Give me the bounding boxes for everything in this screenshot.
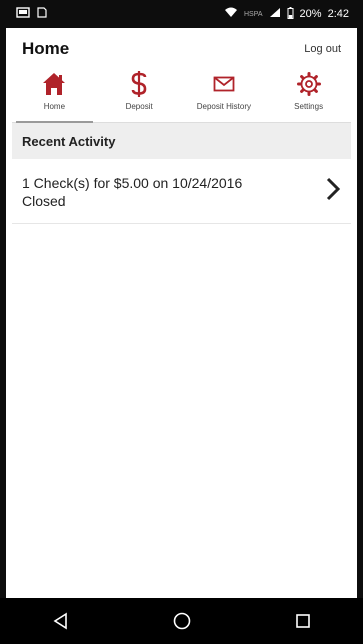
no-sim-icon — [36, 7, 48, 21]
tab-home[interactable]: Home — [12, 70, 97, 123]
tab-deposit-history-label: Deposit History — [196, 102, 251, 111]
activity-description: 1 Check(s) for $5.00 on 10/24/2016 — [22, 174, 243, 191]
system-navigation-bar — [0, 598, 363, 644]
tab-settings-label: Settings — [294, 102, 324, 111]
gear-icon — [296, 70, 321, 98]
image-icon — [16, 7, 30, 21]
chevron-right-icon — [325, 176, 341, 208]
home-icon — [41, 70, 67, 98]
back-button[interactable] — [41, 601, 81, 641]
tab-deposit[interactable]: Deposit — [97, 70, 182, 122]
network-type-label: HSPA — [244, 10, 263, 18]
recent-activity-header: Recent Activity — [12, 123, 351, 159]
tab-deposit-label: Deposit — [125, 102, 153, 111]
tab-settings[interactable]: Settings — [266, 70, 351, 122]
battery-icon — [287, 6, 294, 22]
clock: 2:42 — [327, 8, 349, 20]
logout-button[interactable]: Log out — [304, 43, 341, 55]
envelope-icon — [213, 70, 235, 98]
dollar-icon — [128, 70, 150, 98]
app-header: Home Log out — [12, 28, 351, 70]
wifi-icon — [224, 7, 238, 21]
app-frame: HSPA 20% 2:42 Home Log out Home Deposit … — [0, 0, 363, 644]
tab-bar: Home Deposit Deposit History Settings — [12, 70, 351, 123]
page-title: Home — [22, 39, 70, 58]
battery-percent: 20% — [299, 8, 322, 20]
recent-activity-title: Recent Activity — [22, 133, 116, 149]
status-bar: HSPA 20% 2:42 — [6, 0, 357, 28]
tab-home-label: Home — [43, 102, 66, 111]
tab-deposit-history[interactable]: Deposit History — [182, 70, 267, 122]
recents-button[interactable] — [283, 601, 323, 641]
activity-status: Closed — [22, 192, 66, 209]
list-item[interactable]: 1 Check(s) for $5.00 on 10/24/2016 Close… — [12, 160, 351, 224]
home-button[interactable] — [162, 601, 202, 641]
signal-icon — [269, 7, 281, 21]
